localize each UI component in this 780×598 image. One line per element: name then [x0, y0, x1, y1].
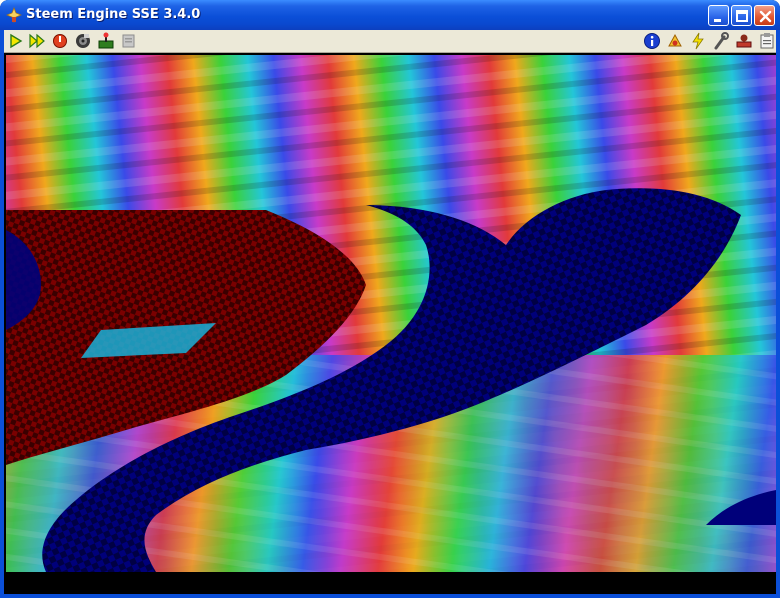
tools-button[interactable] [735, 32, 753, 50]
options-icon [714, 32, 729, 50]
memory-snapshot-button[interactable] [120, 32, 138, 50]
shortcuts-button[interactable] [689, 32, 707, 50]
minimize-icon [714, 19, 721, 22]
reset-button[interactable] [51, 32, 69, 50]
close-icon [759, 10, 772, 23]
reset-icon [53, 34, 67, 48]
disk-manager-button[interactable] [74, 32, 92, 50]
tools-icon [736, 34, 752, 48]
patches-icon [668, 33, 682, 47]
disk-manager-icon [76, 34, 90, 48]
maximize-icon [736, 10, 748, 22]
close-button[interactable] [754, 5, 775, 26]
memory-snapshot-icon [122, 34, 135, 48]
shortcuts-icon [692, 32, 704, 50]
screen-border-strip [4, 572, 776, 594]
minimize-button[interactable] [708, 5, 729, 26]
options-button[interactable] [712, 32, 730, 50]
joystick-icon [98, 32, 114, 49]
window-title: Steem Engine SSE 3.4.0 [26, 7, 201, 22]
patches-button[interactable] [666, 32, 684, 50]
window-frame-right [776, 30, 780, 598]
toolbar [4, 30, 776, 53]
joystick-button[interactable] [97, 32, 115, 50]
info-button[interactable] [643, 32, 661, 50]
emulator-display[interactable] [6, 55, 776, 572]
fast-forward-button[interactable] [28, 32, 46, 50]
window-frame-bottom [0, 594, 780, 598]
play-button[interactable] [7, 32, 25, 50]
emulator-screen[interactable] [4, 53, 776, 594]
fast-forward-icon [29, 33, 45, 49]
maximize-button[interactable] [731, 5, 752, 26]
title-bar[interactable]: Steem Engine SSE 3.4.0 [0, 0, 780, 30]
emulator-window: Steem Engine SSE 3.4.0 [0, 0, 780, 598]
steem-app-icon [6, 7, 22, 23]
paste-button[interactable] [758, 32, 776, 50]
info-icon [644, 33, 660, 49]
play-icon [10, 33, 23, 49]
paste-icon [760, 33, 774, 49]
